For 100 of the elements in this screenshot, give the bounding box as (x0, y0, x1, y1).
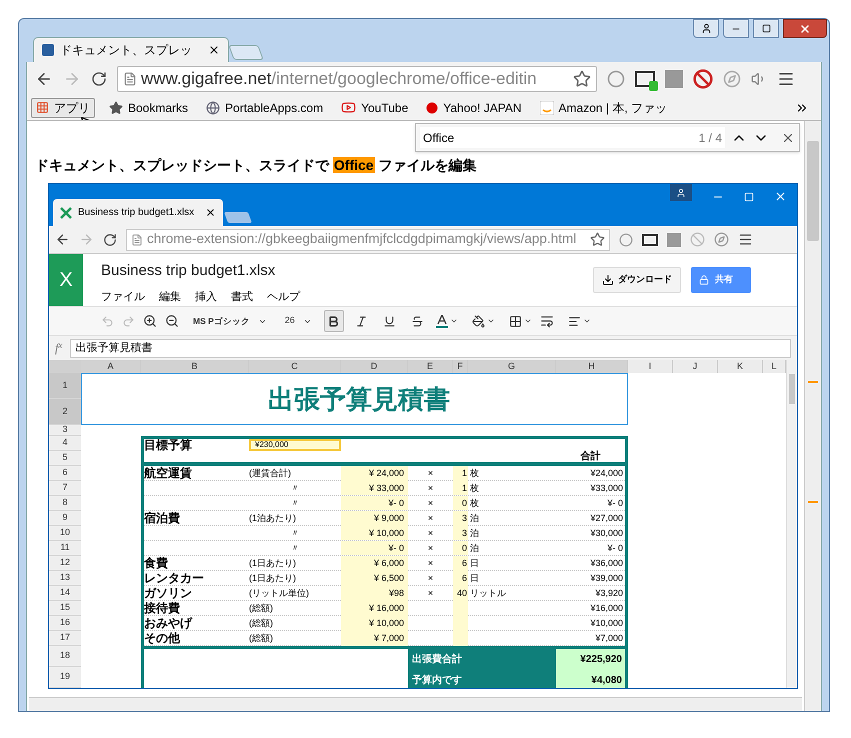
close-button[interactable] (783, 19, 827, 38)
font-size-dropdown[interactable]: 26 (280, 314, 316, 328)
menu-icon[interactable] (738, 232, 753, 247)
align-button[interactable] (568, 314, 591, 328)
bookmark[interactable]: Bookmarks (105, 98, 192, 118)
compass-icon[interactable] (714, 232, 729, 247)
close-icon[interactable] (208, 44, 220, 56)
column-header[interactable]: F (453, 360, 468, 373)
browser-tab[interactable]: Business trip budget1.xlsx (53, 199, 223, 226)
bold-button[interactable] (324, 310, 344, 332)
user-icon (676, 188, 686, 198)
dot-icon (426, 102, 438, 114)
quantity-cell: 0 (453, 541, 468, 555)
zoom-out-icon[interactable] (165, 314, 179, 328)
menu-item[interactable]: 書式 (231, 288, 253, 305)
zoom-in-icon[interactable] (143, 314, 157, 328)
address-bar[interactable]: chrome-extension://gbkeegbaiigmenfmjfclcdgdpimamgkj/views/app.html (126, 228, 610, 250)
column-header[interactable]: C (249, 360, 341, 373)
menu-item[interactable]: 挿入 (195, 288, 217, 305)
row-header[interactable]: 4 (49, 436, 81, 451)
horizontal-scrollbar[interactable] (29, 697, 802, 711)
row-header[interactable]: 7 (49, 481, 81, 496)
menu-item[interactable]: ファイル (101, 288, 145, 305)
maximize-icon[interactable] (744, 192, 754, 202)
price-cell: ¥ 6,500 (341, 571, 408, 586)
browser-tab[interactable]: ドキュメント、スプレッ (33, 37, 229, 62)
maximize-button[interactable] (753, 19, 779, 38)
extension-icon[interactable] (642, 234, 658, 246)
table-cell: 〃 (290, 483, 300, 493)
bookmark-star-icon[interactable] (590, 232, 605, 247)
column-header[interactable]: A (81, 360, 141, 373)
column-header[interactable]: B (141, 360, 249, 373)
column-header[interactable]: I (628, 360, 673, 373)
text-color-button[interactable] (436, 314, 458, 328)
scroll-thumb[interactable] (789, 374, 795, 404)
quantity-cell: 3 (453, 526, 468, 540)
title-cell[interactable]: 出張予算見積書 (81, 373, 628, 425)
table-cell: (総額) (249, 603, 273, 613)
reload-icon[interactable] (91, 70, 107, 86)
bookmark[interactable]: PortableApps.com (202, 98, 328, 118)
row-header[interactable]: 17 (49, 631, 81, 646)
font-dropdown[interactable]: MS Pゴシック (187, 314, 273, 328)
bookmark[interactable]: アプリ (31, 98, 95, 118)
block-icon[interactable] (693, 68, 713, 88)
scroll-thumb[interactable] (807, 141, 819, 241)
row-header[interactable]: 11 (49, 541, 81, 556)
row-header[interactable]: 8 (49, 496, 81, 511)
formula-field[interactable]: 出張予算見積書 (70, 338, 791, 358)
row-header[interactable]: 9 (49, 511, 81, 526)
table-cell: 泊 (470, 528, 479, 538)
menu-item[interactable]: ヘルプ (267, 288, 300, 305)
item-label: 航空運賃 (144, 466, 192, 480)
item-label: レンタカー (144, 571, 204, 585)
row-header[interactable]: 1 (49, 373, 81, 399)
row-header[interactable]: 6 (49, 466, 81, 481)
table-cell: × (428, 528, 434, 538)
column-header[interactable]: D (341, 360, 408, 373)
bookmark-star-icon[interactable] (573, 70, 591, 88)
row-header[interactable]: 12 (49, 556, 81, 571)
find-field[interactable]: Office 1 / 4 (420, 127, 725, 148)
profile-button[interactable] (670, 184, 692, 201)
paint-bucket-icon (472, 314, 485, 328)
table-cell: (1日あたり) (249, 573, 296, 583)
row-header[interactable]: 16 (49, 616, 81, 631)
column-header[interactable]: L (763, 360, 786, 373)
wrap-text-icon[interactable] (540, 314, 554, 328)
bookmark[interactable]: Amazon | 本, ファッ (536, 98, 671, 118)
row-header[interactable]: 14 (49, 586, 81, 601)
row-header[interactable]: 3 (49, 425, 81, 436)
row-header[interactable]: 15 (49, 601, 81, 616)
reload-icon[interactable] (103, 232, 117, 246)
text-color-icon (436, 314, 448, 328)
row-header[interactable]: 2 (49, 399, 81, 425)
borders-button[interactable] (508, 314, 532, 328)
price-cell: ¥- 0 (341, 496, 408, 510)
column-header[interactable]: J (673, 360, 718, 373)
column-header[interactable]: E (408, 360, 453, 373)
row-header[interactable]: 13 (49, 571, 81, 586)
back-icon[interactable] (55, 232, 70, 247)
row-header[interactable]: 10 (49, 526, 81, 541)
column-header[interactable]: H (556, 360, 628, 373)
column-header[interactable]: G (468, 360, 556, 373)
url-text: www.gigafree.net/internet/googlechrome/office-editin (141, 68, 538, 90)
row-header[interactable]: 5 (49, 451, 81, 466)
vertical-scrollbar[interactable] (804, 121, 821, 711)
scrollbar[interactable] (786, 360, 797, 688)
menu-item[interactable]: 編集 (159, 288, 181, 305)
quantity-cell: 6 (453, 556, 468, 571)
bookmark[interactable]: YouTube (337, 98, 412, 118)
italic-icon (355, 314, 368, 328)
table-cell: 〃 (290, 498, 300, 508)
address-bar[interactable]: www.gigafree.net/internet/googlechrome/office-editin (117, 66, 597, 92)
page-icon (131, 234, 143, 246)
close-icon[interactable] (205, 207, 216, 218)
budget-value[interactable]: ¥230,000 (249, 439, 341, 451)
profile-button[interactable] (693, 19, 719, 38)
download-button[interactable]: ダウンロード (593, 267, 681, 293)
bookmark[interactable]: Yahoo! JAPAN (422, 98, 526, 118)
column-header[interactable]: K (718, 360, 763, 373)
fill-color-button[interactable] (472, 314, 495, 328)
